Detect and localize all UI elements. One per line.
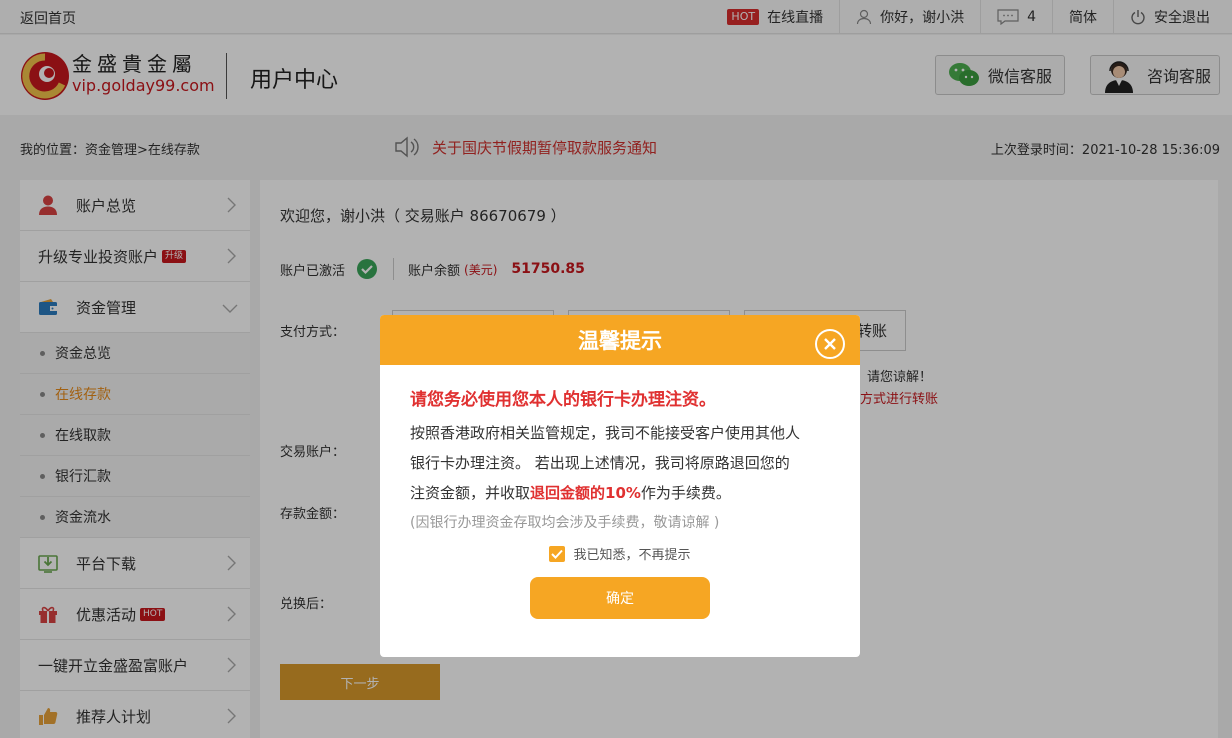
reminder-dialog: 温馨提示 请您务必使用您本人的银行卡办理注资。 按照香港政府相关监管规定，我司不… bbox=[380, 315, 860, 657]
checkbox-label: 我已知悉，不再提示 bbox=[573, 548, 691, 563]
confirm-button[interactable]: 确定 bbox=[530, 577, 710, 619]
dont-show-checkbox[interactable]: 我已知悉，不再提示 bbox=[410, 544, 830, 563]
dialog-note: (因银行办理资金存取均会涉及手续费，敬请谅解 ) bbox=[410, 515, 720, 531]
dialog-title: 温馨提示 bbox=[578, 329, 662, 353]
line-3-text-a: 注资金额，并收取 bbox=[410, 484, 531, 502]
checkbox-checked-icon[interactable] bbox=[549, 545, 566, 562]
paragraph-line-1: 按照香港政府相关监管规定，我司不能接受客户使用其他人 bbox=[410, 424, 801, 442]
paragraph-line-3: 注资金额，并收取退回金额的10%作为手续费。 bbox=[410, 478, 830, 508]
dialog-body: 请您务必使用您本人的银行卡办理注资。 按照香港政府相关监管规定，我司不能接受客户… bbox=[380, 385, 860, 619]
close-button[interactable] bbox=[815, 329, 845, 359]
dialog-headline: 请您务必使用您本人的银行卡办理注资。 bbox=[410, 390, 716, 410]
dialog-header: 温馨提示 bbox=[380, 315, 860, 365]
fee-highlight: 退回金额的10% bbox=[530, 484, 641, 502]
dialog-paragraph: 按照香港政府相关监管规定，我司不能接受客户使用其他人 银行卡办理注资。 若出现上… bbox=[410, 418, 830, 508]
line-3-text-b: 作为手续费。 bbox=[640, 484, 731, 502]
close-icon bbox=[824, 338, 836, 350]
paragraph-line-2: 银行卡办理注资。 若出现上述情况，我司将原路退回您的 bbox=[410, 454, 790, 472]
